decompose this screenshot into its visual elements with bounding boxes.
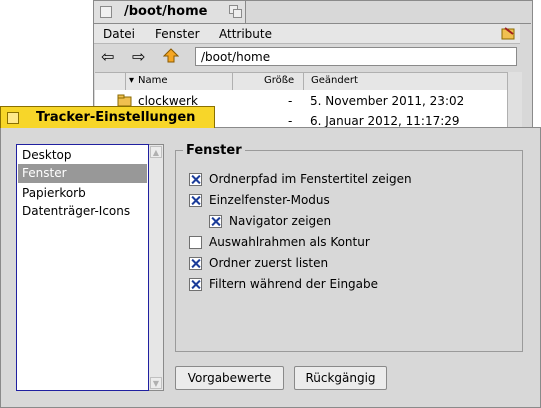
checkbox[interactable] xyxy=(189,173,202,186)
column-divider[interactable] xyxy=(125,72,126,90)
column-name[interactable]: Name xyxy=(138,75,168,86)
scroll-up-icon[interactable]: ▲ xyxy=(150,146,162,158)
path-input[interactable] xyxy=(195,47,517,66)
checkbox[interactable] xyxy=(209,215,222,228)
column-size[interactable]: Größe xyxy=(264,75,294,86)
column-modified[interactable]: Geändert xyxy=(311,75,358,86)
menu-datei[interactable]: Datei xyxy=(103,27,135,41)
column-header: ▾ Name Größe Geändert xyxy=(95,72,507,91)
file-modified: 5. November 2011, 23:02 xyxy=(310,94,465,108)
up-arrow-icon[interactable] xyxy=(162,48,180,67)
sort-indicator-icon: ▾ xyxy=(129,75,135,86)
zoom-icon[interactable] xyxy=(229,5,242,18)
close-icon[interactable] xyxy=(100,6,112,18)
forward-arrow-icon[interactable]: ⇨ xyxy=(132,49,145,65)
option-label: Ordner zuerst listen xyxy=(209,256,329,270)
file-modified: 6. Januar 2012, 11:17:29 xyxy=(310,114,460,128)
scroll-down-icon[interactable]: ▼ xyxy=(150,377,162,389)
back-arrow-icon[interactable]: ⇦ xyxy=(101,49,114,65)
revert-button[interactable]: Rückgängig xyxy=(294,366,387,390)
option-label: Filtern während der Eingabe xyxy=(209,277,379,291)
file-size: - xyxy=(288,94,293,108)
checkbox[interactable] xyxy=(189,257,202,270)
menu-attribute[interactable]: Attribute xyxy=(219,27,272,41)
back-window-title: /boot/home xyxy=(124,4,208,19)
category-desktop[interactable]: Desktop xyxy=(18,146,147,165)
category-papierkorb[interactable]: Papierkorb xyxy=(18,184,147,203)
defaults-button[interactable]: Vorgabewerte xyxy=(175,366,284,390)
front-window-title: Tracker-Einstellungen xyxy=(36,110,196,125)
option-label: Einzelfenster-Modus xyxy=(209,193,330,207)
front-window-tab[interactable]: Tracker-Einstellungen xyxy=(0,106,215,128)
column-divider[interactable] xyxy=(303,72,304,90)
file-size: - xyxy=(288,114,293,128)
column-divider[interactable] xyxy=(232,72,233,90)
tracker-menu-icon[interactable] xyxy=(501,26,517,40)
checkbox[interactable] xyxy=(189,194,202,207)
category-list: Desktop Fenster Papierkorb Datenträger-I… xyxy=(16,144,149,391)
category-datentraeger-icons[interactable]: Datenträger-Icons xyxy=(18,202,147,221)
option-label: Ordnerpfad im Fenstertitel zeigen xyxy=(209,172,412,186)
category-scrollbar[interactable]: ▲ ▼ xyxy=(149,144,164,391)
close-icon[interactable] xyxy=(7,112,19,124)
option-label: Navigator zeigen xyxy=(229,214,332,228)
group-title: Fenster xyxy=(183,143,245,158)
checkbox[interactable] xyxy=(189,278,202,291)
option-label: Auswahlrahmen als Kontur xyxy=(209,235,370,249)
menu-bar: Datei Fenster Attribute xyxy=(94,24,520,44)
menu-fenster[interactable]: Fenster xyxy=(155,27,200,41)
back-window-tab[interactable]: /boot/home xyxy=(93,0,246,23)
checkbox[interactable] xyxy=(189,236,202,249)
category-fenster[interactable]: Fenster xyxy=(18,164,147,183)
